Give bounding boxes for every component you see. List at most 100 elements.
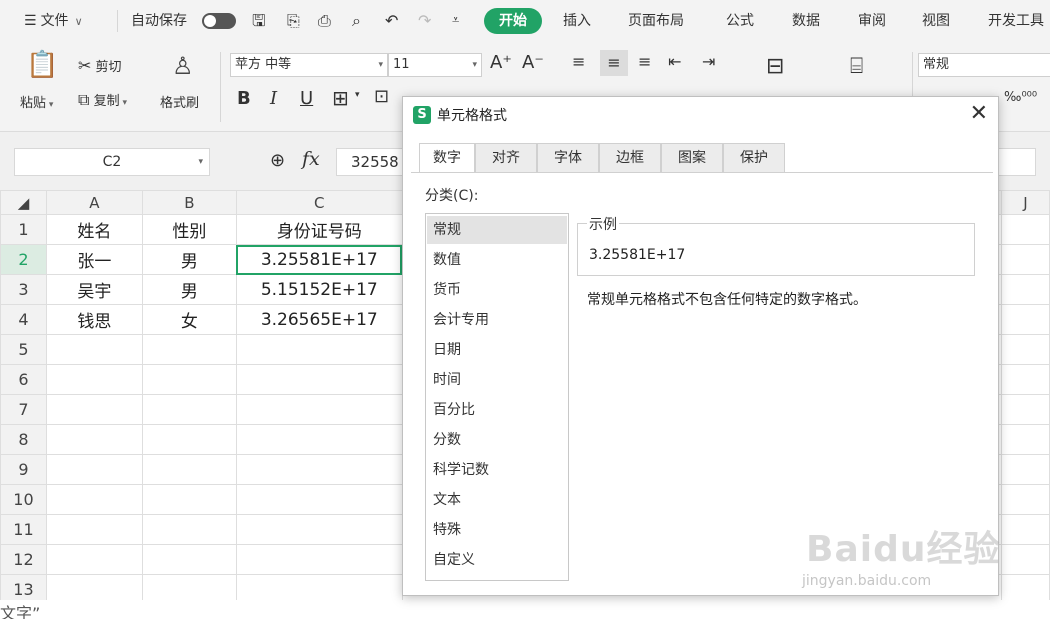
increase-font-icon[interactable]: A⁺ — [490, 52, 512, 73]
row-header[interactable]: 8 — [0, 424, 47, 455]
cell[interactable] — [1001, 214, 1050, 245]
copy-button[interactable]: ⧉ 复制 ▾ — [78, 90, 127, 110]
cell[interactable] — [1001, 364, 1050, 395]
align-middle-icon[interactable]: ≡ — [600, 50, 628, 76]
redo-icon[interactable]: ↷ — [418, 11, 431, 31]
category-general[interactable]: 常规 — [427, 216, 567, 244]
cell[interactable] — [45, 544, 143, 575]
fx-icon[interactable]: fx — [302, 148, 320, 170]
bold-button[interactable]: B — [237, 88, 251, 109]
row-header[interactable]: 10 — [0, 484, 47, 515]
tab-view[interactable]: 视图 — [922, 11, 950, 31]
column-header-a[interactable]: A — [45, 190, 143, 215]
row-header[interactable]: 3 — [0, 274, 47, 305]
indent-increase-icon[interactable]: ⇥ — [702, 52, 715, 71]
tab-developer[interactable]: 开发工具 — [988, 11, 1044, 31]
format-painter-icon[interactable]: ♙ — [172, 52, 194, 80]
paste-button[interactable]: 粘贴 ▾ — [20, 92, 53, 111]
cell[interactable] — [235, 454, 403, 485]
category-fraction[interactable]: 分数 — [427, 426, 567, 454]
print-preview-icon[interactable]: ⌕ — [352, 11, 361, 31]
cell[interactable] — [1001, 304, 1050, 335]
cell[interactable] — [45, 334, 143, 365]
cell[interactable] — [45, 454, 143, 485]
category-number[interactable]: 数值 — [427, 246, 567, 274]
cell[interactable] — [45, 394, 143, 425]
cell-b4[interactable]: 女 — [141, 304, 237, 335]
italic-button[interactable]: I — [270, 88, 277, 109]
cell[interactable] — [1001, 514, 1050, 545]
tab-number[interactable]: 数字 — [419, 143, 475, 173]
row-header[interactable]: 13 — [0, 574, 47, 600]
cell[interactable] — [141, 484, 237, 515]
cell-c2-selected[interactable]: 3.25581E+17 — [235, 244, 403, 275]
cell[interactable] — [1001, 454, 1050, 485]
column-header-j[interactable]: J — [1001, 190, 1050, 215]
close-icon[interactable]: ✕ — [970, 101, 988, 126]
merge-center-icon[interactable]: ⊟ — [766, 54, 784, 79]
category-custom[interactable]: 自定义 — [427, 546, 567, 574]
tab-insert[interactable]: 插入 — [563, 11, 591, 31]
tab-page-layout[interactable]: 页面布局 — [628, 11, 684, 31]
tab-review[interactable]: 审阅 — [858, 11, 886, 31]
dialog-title-bar[interactable]: S 单元格格式 ✕ — [403, 97, 998, 133]
cell[interactable] — [141, 574, 237, 600]
cell[interactable] — [1001, 424, 1050, 455]
select-all-corner[interactable]: ◢ — [0, 190, 47, 215]
cell[interactable] — [235, 544, 403, 575]
cell[interactable] — [235, 484, 403, 515]
cell-c4[interactable]: 3.26565E+17 — [235, 304, 403, 335]
row-header[interactable]: 9 — [0, 454, 47, 485]
tab-data[interactable]: 数据 — [792, 11, 820, 31]
cell[interactable] — [141, 544, 237, 575]
indent-decrease-icon[interactable]: ⇤ — [668, 52, 681, 71]
cell[interactable] — [235, 334, 403, 365]
row-header[interactable]: 2 — [0, 244, 47, 275]
save-icon[interactable]: 🖫 — [252, 11, 266, 31]
column-header-b[interactable]: B — [141, 190, 237, 215]
cell[interactable] — [141, 424, 237, 455]
format-painter-button[interactable]: 格式刷 — [160, 92, 199, 111]
cell[interactable] — [1001, 544, 1050, 575]
cell[interactable] — [45, 364, 143, 395]
row-header[interactable]: 12 — [0, 544, 47, 575]
cell[interactable] — [141, 394, 237, 425]
row-header[interactable]: 5 — [0, 334, 47, 365]
fill-color-icon[interactable]: ⊡ — [374, 86, 389, 107]
category-scientific[interactable]: 科学记数 — [427, 456, 567, 484]
cell-a1[interactable]: 姓名 — [45, 214, 143, 245]
paste-icon[interactable]: 📋 — [26, 50, 58, 80]
cell[interactable] — [141, 364, 237, 395]
wrap-text-icon[interactable]: ⌸ — [850, 54, 863, 79]
cell[interactable] — [45, 424, 143, 455]
cell-b1[interactable]: 性别 — [141, 214, 237, 245]
cell-a2[interactable]: 张一 — [45, 244, 143, 275]
row-header[interactable]: 1 — [0, 214, 47, 245]
font-size-select[interactable]: 11 ▾ — [388, 53, 482, 77]
category-currency[interactable]: 货币 — [427, 276, 567, 304]
cell[interactable] — [45, 484, 143, 515]
category-text[interactable]: 文本 — [427, 486, 567, 514]
category-time[interactable]: 时间 — [427, 366, 567, 394]
cell-c3[interactable]: 5.15152E+17 — [235, 274, 403, 305]
thousands-separator-icon[interactable]: ‰⁰⁰⁰ — [1004, 90, 1037, 105]
file-menu[interactable]: ☰ 文件 ∨ — [24, 11, 83, 31]
customize-icon[interactable]: ⩡ — [452, 11, 459, 31]
export-icon[interactable]: ⎘ — [287, 11, 300, 31]
tab-protection[interactable]: 保护 — [723, 143, 785, 173]
cell[interactable] — [1001, 244, 1050, 275]
cell-a3[interactable]: 吴宇 — [45, 274, 143, 305]
tab-alignment[interactable]: 对齐 — [475, 143, 537, 173]
cell[interactable] — [141, 514, 237, 545]
cell[interactable] — [141, 454, 237, 485]
tab-home[interactable]: 开始 — [484, 8, 542, 34]
category-accounting[interactable]: 会计专用 — [427, 306, 567, 334]
tab-font[interactable]: 字体 — [537, 143, 599, 173]
cell[interactable] — [1001, 274, 1050, 305]
column-header-c[interactable]: C — [235, 190, 403, 215]
row-header[interactable]: 6 — [0, 364, 47, 395]
cell[interactable] — [235, 364, 403, 395]
cell[interactable] — [235, 574, 403, 600]
name-box[interactable]: C2 ▾ — [14, 148, 210, 176]
align-top-icon[interactable]: ≡ — [572, 52, 585, 71]
